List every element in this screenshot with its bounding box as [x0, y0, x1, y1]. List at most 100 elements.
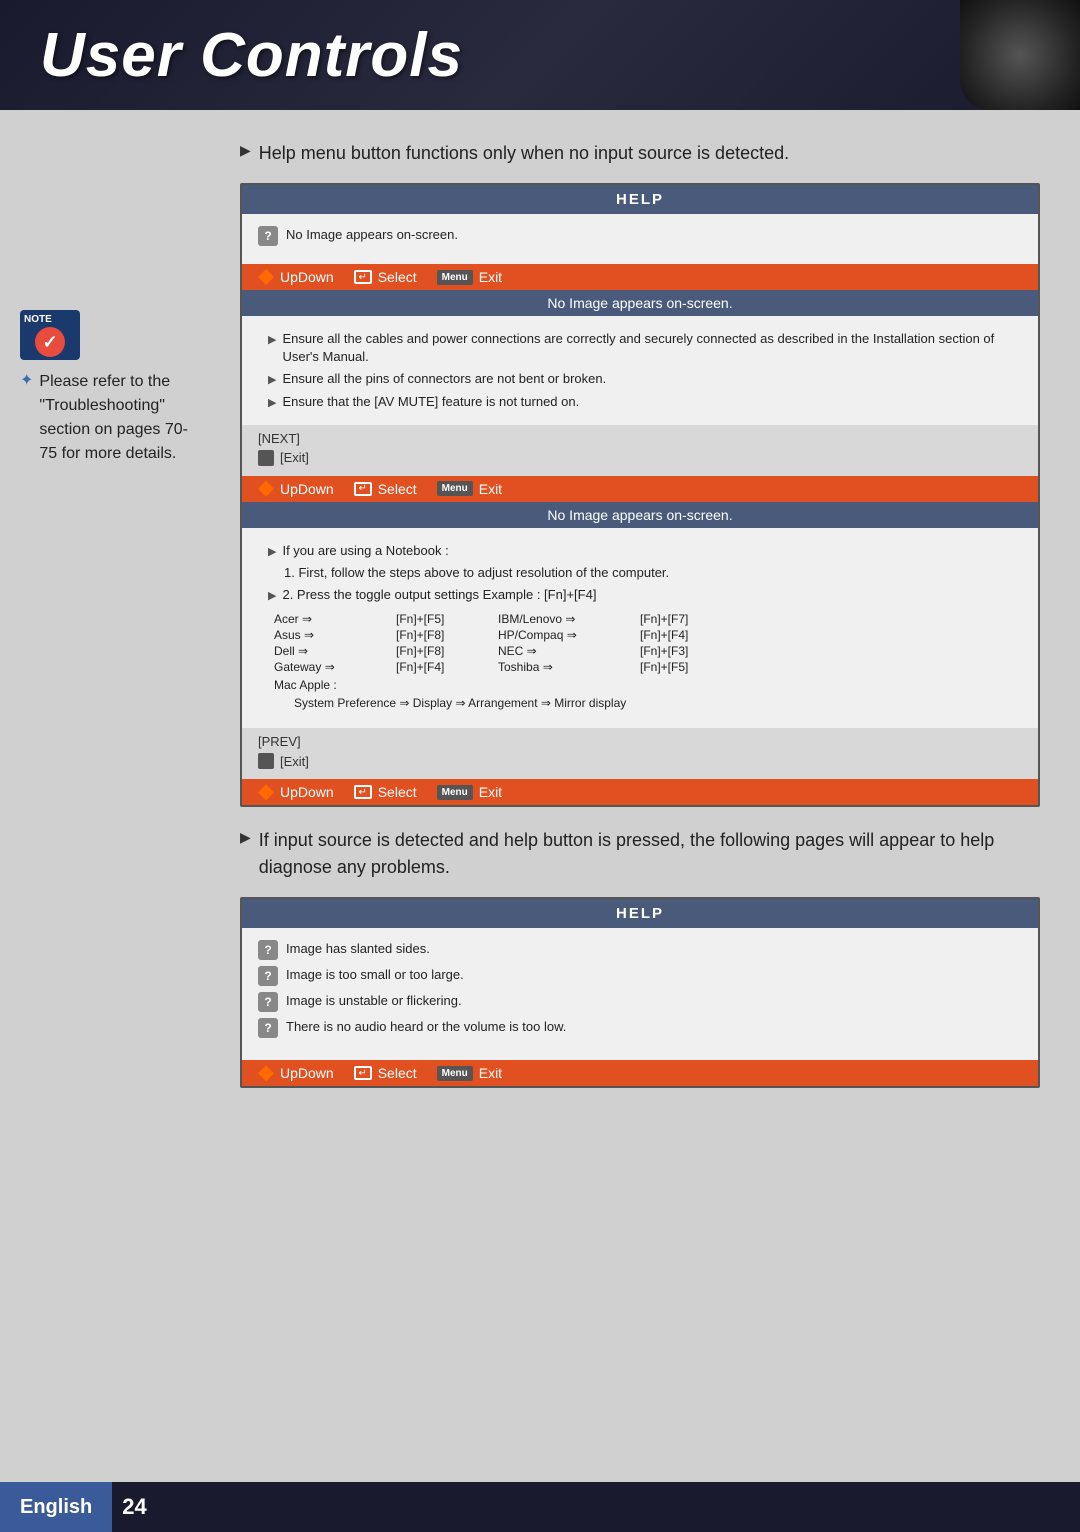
key-4: [Fn]+[F4] [396, 660, 496, 674]
question-icon-3a: ? [258, 940, 278, 960]
nav-updown-3: UpDown [258, 1065, 334, 1081]
key2-3: [Fn]+[F3] [640, 644, 740, 658]
page-title: User Controls [40, 20, 463, 91]
table-row-1: Acer ⇒ [Fn]+[F5] IBM/Lenovo ⇒ [Fn]+[F7] [274, 612, 1006, 626]
question-icon-1: ? [258, 226, 278, 246]
question-icon-3c: ? [258, 992, 278, 1012]
help-title-1: HELP [242, 185, 1038, 214]
key2-4: [Fn]+[F5] [640, 660, 740, 674]
nav-updown-1: UpDown [258, 269, 334, 285]
exit-btn-2: [Exit] [258, 753, 1022, 769]
step1-text: 1. First, follow the steps above to adju… [284, 565, 669, 580]
note-text: Please refer to the "Troubleshooting" se… [39, 370, 200, 466]
help-section-1: ▶ Ensure all the cables and power connec… [242, 316, 1038, 425]
brand2-4: Toshiba ⇒ [498, 660, 638, 674]
help-content-1: ? No Image appears on-screen. [242, 214, 1038, 264]
bullet-text-1: Help menu button functions only when no … [259, 140, 789, 167]
exit-btn-1: [Exit] [258, 450, 1022, 466]
help-screen-3: HELP ? Image has slanted sides. ? Image … [240, 897, 1040, 1088]
sub-bullet-icon-1b: ▶ [268, 373, 276, 386]
nav-updown-2: UpDown [258, 784, 334, 800]
nav-select-1b: ↵ Select [354, 481, 417, 497]
step2-icon: ▶ [268, 589, 276, 602]
nav-select-3: ↵ Select [354, 1065, 417, 1081]
next-btn-1: [NEXT] [258, 431, 1022, 446]
mac-apple-path: System Preference ⇒ Display ⇒ Arrangemen… [274, 696, 1006, 710]
question-icon-3b: ? [258, 966, 278, 986]
brand2-3: NEC ⇒ [498, 644, 638, 658]
help-q3-3: ? Image is unstable or flickering. [258, 992, 1022, 1012]
notebook-header: ▶ If you are using a Notebook : [258, 542, 1022, 560]
brand-3: Dell ⇒ [274, 644, 394, 658]
help-content-3: ? Image has slanted sides. ? Image is to… [242, 928, 1038, 1060]
prev-btn: [PREV] [258, 734, 1022, 749]
note-checkmark [35, 327, 65, 357]
table-row-2: Asus ⇒ [Fn]+[F8] HP/Compaq ⇒ [Fn]+[F4] [274, 628, 1006, 642]
help-q3-text-4: There is no audio heard or the volume is… [286, 1018, 566, 1036]
nav-bar-2: UpDown ↵ Select Menu Exit [242, 779, 1038, 805]
help-question-1: ? No Image appears on-screen. [258, 226, 1022, 246]
enter-icon-3: ↵ [354, 1066, 372, 1080]
bottom-bar: English 24 [0, 1482, 1080, 1532]
bullet-text-2: If input source is detected and help but… [259, 827, 1040, 881]
sub-bullet-icon-1c: ▶ [268, 396, 276, 409]
prev-text: [PREV] [258, 734, 301, 749]
key-2: [Fn]+[F8] [396, 628, 496, 642]
key2-2: [Fn]+[F4] [640, 628, 740, 642]
updown-arrow-icon-1 [258, 269, 274, 285]
brand2-1: IBM/Lenovo ⇒ [498, 612, 638, 626]
brand-1: Acer ⇒ [274, 612, 394, 626]
table-row-3: Dell ⇒ [Fn]+[F8] NEC ⇒ [Fn]+[F3] [274, 644, 1006, 658]
camera-decoration [960, 0, 1080, 110]
sub-bullet-icon-1a: ▶ [268, 333, 276, 346]
help-q3-2: ? Image is too small or too large. [258, 966, 1022, 986]
help-q3-4: ? There is no audio heard or the volume … [258, 1018, 1022, 1038]
key-3: [Fn]+[F8] [396, 644, 496, 658]
help-item-1c: ▶ Ensure that the [AV MUTE] feature is n… [258, 393, 1022, 411]
nav-select-2: ↵ Select [354, 784, 417, 800]
bullet-point-1: ▶ Help menu button functions only when n… [240, 140, 1040, 167]
exit-text-1: [Exit] [280, 450, 309, 465]
nav-prev-exit-2: [PREV] [Exit] [242, 728, 1038, 779]
header: User Controls [0, 0, 1080, 110]
main-content: ✦ Please refer to the "Troubleshooting" … [0, 110, 1080, 1530]
nav-bar-3: UpDown ↵ Select Menu Exit [242, 1060, 1038, 1086]
mac-apple-label: Mac Apple : [274, 678, 1006, 692]
note-diamond-icon: ✦ [20, 370, 33, 390]
enter-icon-2: ↵ [354, 785, 372, 799]
content-area: ▶ Help menu button functions only when n… [240, 140, 1040, 1088]
language-tab: English [0, 1482, 112, 1532]
help-item-1b: ▶ Ensure all the pins of connectors are … [258, 370, 1022, 388]
notebook-icon: ▶ [268, 545, 276, 558]
step2-item: ▶ 2. Press the toggle output settings Ex… [258, 586, 1022, 604]
exit-square-icon-2 [258, 753, 274, 769]
enter-icon-1: ↵ [354, 270, 372, 284]
help-question-text-1: No Image appears on-screen. [286, 226, 458, 244]
note-area: ✦ Please refer to the "Troubleshooting" … [20, 310, 200, 466]
updown-arrow-icon-1b [258, 481, 274, 497]
help-item-text-1b: Ensure all the pins of connectors are no… [282, 370, 606, 388]
exit-text-2: [Exit] [280, 754, 309, 769]
step2-text: 2. Press the toggle output settings Exam… [282, 586, 596, 604]
help-item-1a: ▶ Ensure all the cables and power connec… [258, 330, 1022, 366]
exit-square-icon-1 [258, 450, 274, 466]
nav-exit-3: Menu Exit [437, 1065, 502, 1081]
help-screen-1: HELP ? No Image appears on-screen. UpDow… [240, 183, 1040, 807]
status-bar-1b: No Image appears on-screen. [242, 502, 1038, 528]
page-number: 24 [122, 1494, 146, 1520]
help-title-3: HELP [242, 899, 1038, 928]
nav-bar-1b: UpDown ↵ Select Menu Exit [242, 476, 1038, 502]
nav-exit-2: Menu Exit [437, 784, 502, 800]
nav-select-1: ↵ Select [354, 269, 417, 285]
menu-btn-2: Menu [437, 785, 473, 800]
help-q3-text-3: Image is unstable or flickering. [286, 992, 462, 1010]
brand-4: Gateway ⇒ [274, 660, 394, 674]
menu-btn-1b: Menu [437, 481, 473, 496]
bullet-triangle-icon: ▶ [240, 142, 251, 159]
help-item-text-1a: Ensure all the cables and power connecti… [282, 330, 1022, 366]
updown-arrow-icon-3 [258, 1065, 274, 1081]
nav-bar-1: UpDown ↵ Select Menu Exit [242, 264, 1038, 290]
updown-arrow-icon-2 [258, 784, 274, 800]
menu-btn-1: Menu [437, 270, 473, 285]
menu-btn-3: Menu [437, 1066, 473, 1081]
